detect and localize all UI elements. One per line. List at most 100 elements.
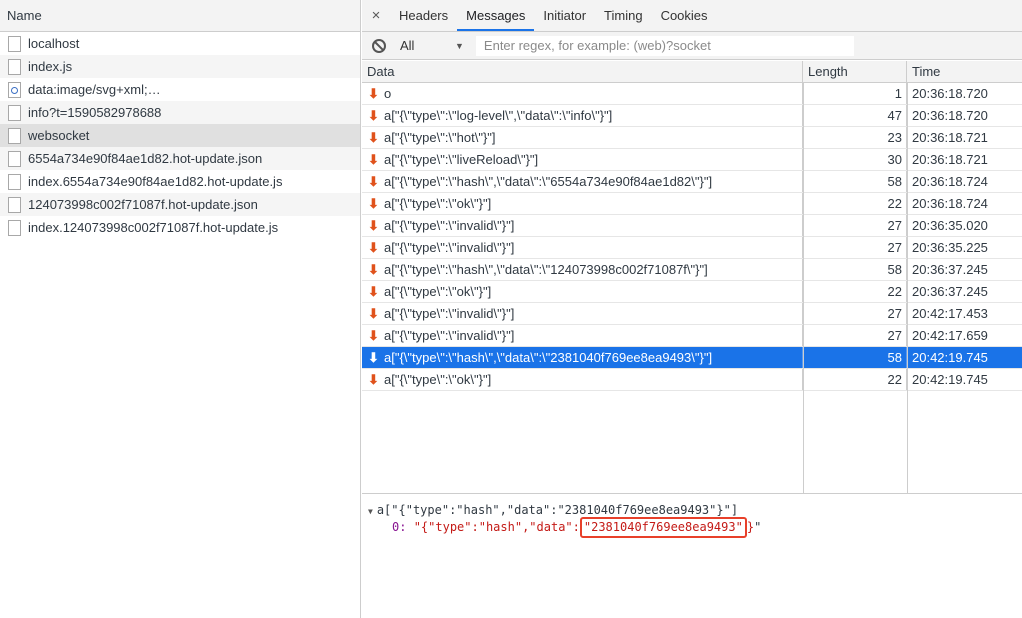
message-data-text: a["{\"type\":\"hash\",\"data\":\"6554a73…	[384, 174, 713, 189]
message-length-cell: 58	[803, 171, 907, 192]
incoming-arrow-icon: ⬇	[368, 306, 379, 321]
request-list-item[interactable]: index.124073998c002f71087f.hot-update.js	[0, 216, 360, 239]
tab-cookies[interactable]: Cookies	[652, 0, 717, 31]
expand-triangle-icon[interactable]: ▼	[368, 507, 373, 516]
column-divider	[907, 83, 908, 493]
request-list-item[interactable]: websocket	[0, 124, 360, 147]
message-data-text: o	[384, 86, 392, 101]
message-data-text: a["{\"type\":\"log-level\",\"data\":\"in…	[384, 108, 613, 123]
incoming-arrow-icon: ⬇	[368, 218, 379, 233]
table-row[interactable]: ⬇ a["{\"type\":\"ok\"}"] 22 20:36:37.245	[362, 281, 1022, 303]
dropdown-arrow-icon[interactable]: ▼	[455, 41, 464, 51]
request-list-item[interactable]: localhost	[0, 32, 360, 55]
incoming-arrow-icon: ⬇	[368, 174, 379, 189]
message-data-text: a["{\"type\":\"invalid\"}"]	[384, 328, 515, 343]
message-data-text: a["{\"type\":\"hash\",\"data\":\"2381040…	[384, 350, 713, 365]
column-header-time[interactable]: Time	[907, 61, 1022, 82]
request-name: 6554a734e90f84ae1d82.hot-update.json	[28, 151, 263, 166]
table-row[interactable]: ⬇ a["{\"type\":\"invalid\"}"] 27 20:42:17.6…	[362, 325, 1022, 347]
document-icon	[8, 173, 21, 190]
message-time-cell: 20:36:37.245	[912, 284, 988, 299]
message-data-cell: ⬇ a["{\"type\":\"liveReload\"}"]	[362, 149, 803, 170]
request-list: localhost index.js data:image/svg+xml;… inf…	[0, 32, 360, 239]
message-time-cell: 20:36:35.020	[912, 218, 988, 233]
message-time-cell: 20:42:19.745	[912, 350, 988, 365]
message-data-text: a["{\"type\":\"ok\"}"]	[384, 284, 492, 299]
detail-tab-bar: × Headers Messages Initiator Timing Cook…	[362, 0, 1022, 32]
message-length-cell: 27	[803, 215, 907, 236]
messages-table: Data Length Time ⬇ o 1 20:36:18.720 ⬇ a["{\"t…	[362, 61, 1022, 493]
column-divider	[803, 83, 804, 493]
table-row[interactable]: ⬇ o 1 20:36:18.720	[362, 83, 1022, 105]
message-data-cell: ⬇ a["{\"type\":\"hash\",\"data\":\"238104…	[362, 347, 803, 368]
message-type-select[interactable]: All	[400, 38, 455, 53]
document-icon	[8, 58, 21, 75]
table-row[interactable]: ⬇ a["{\"type\":\"liveReload\"}"] 30 20:36:1…	[362, 149, 1022, 171]
message-data-text: a["{\"type\":\"hash\",\"data\":\"1240739…	[384, 262, 708, 277]
column-header-data[interactable]: Data	[362, 61, 803, 82]
message-length-cell: 47	[803, 105, 907, 126]
message-data-text: a["{\"type\":\"hot\"}"]	[384, 130, 496, 145]
request-list-item[interactable]: index.6554a734e90f84ae1d82.hot-update.js	[0, 170, 360, 193]
message-data-cell: ⬇ o	[362, 83, 803, 104]
close-icon[interactable]: ×	[362, 0, 390, 31]
message-time-cell: 20:36:18.720	[912, 108, 988, 123]
message-time-cell: 20:36:37.245	[912, 262, 988, 277]
image-icon	[8, 81, 21, 98]
request-name: index.124073998c002f71087f.hot-update.js	[28, 220, 279, 235]
tab-messages[interactable]: Messages	[457, 0, 535, 31]
table-row[interactable]: ⬇ a["{\"type\":\"log-level\",\"data\":\"i…	[362, 105, 1022, 127]
request-name: localhost	[28, 36, 80, 51]
message-data-text: a["{\"type\":\"invalid\"}"]	[384, 306, 515, 321]
message-time-cell: 20:36:18.724	[912, 174, 988, 189]
table-row[interactable]: ⬇ a["{\"type\":\"invalid\"}"] 27 20:36:35.0…	[362, 215, 1022, 237]
message-data-cell: ⬇ a["{\"type\":\"hot\"}"]	[362, 127, 803, 148]
incoming-arrow-icon: ⬇	[368, 350, 379, 365]
table-row[interactable]: ⬇ a["{\"type\":\"ok\"}"] 22 20:36:18.724	[362, 193, 1022, 215]
filter-regex-input[interactable]	[475, 35, 854, 56]
column-header-length[interactable]: Length	[803, 61, 907, 82]
document-icon	[8, 35, 21, 52]
request-list-item[interactable]: info?t=1590582978688	[0, 101, 360, 124]
message-data-cell: ⬇ a["{\"type\":\"invalid\"}"]	[362, 215, 803, 236]
message-time-cell: 20:36:18.724	[912, 196, 988, 211]
request-list-item[interactable]: 6554a734e90f84ae1d82.hot-update.json	[0, 147, 360, 170]
incoming-arrow-icon: ⬇	[368, 86, 379, 101]
message-data-cell: ⬇ a["{\"type\":\"ok\"}"]	[362, 369, 803, 390]
message-data-text: a["{\"type\":\"liveReload\"}"]	[384, 152, 539, 167]
table-row[interactable]: ⬇ a["{\"type\":\"invalid\"}"] 27 20:36:35.2…	[362, 237, 1022, 259]
incoming-arrow-icon: ⬇	[368, 240, 379, 255]
document-icon	[8, 196, 21, 213]
incoming-arrow-icon: ⬇	[368, 262, 379, 277]
message-data-cell: ⬇ a["{\"type\":\"hash\",\"data\":\"6554a7…	[362, 171, 803, 192]
message-time-cell: 20:42:17.659	[912, 328, 988, 343]
document-icon	[8, 104, 21, 121]
request-name: index.js	[28, 59, 73, 74]
name-column-header[interactable]: Name	[0, 0, 360, 32]
table-row[interactable]: ⬇ a["{\"type\":\"hash\",\"data\":\"238104…	[362, 347, 1022, 369]
message-data-cell: ⬇ a["{\"type\":\"ok\"}"]	[362, 281, 803, 302]
tab-initiator[interactable]: Initiator	[534, 0, 595, 31]
table-row[interactable]: ⬇ a["{\"type\":\"ok\"}"] 22 20:42:19.745	[362, 369, 1022, 391]
request-list-item[interactable]: data:image/svg+xml;…	[0, 78, 360, 101]
request-name: 124073998c002f71087f.hot-update.json	[28, 197, 258, 212]
tab-timing[interactable]: Timing	[595, 0, 652, 31]
table-row[interactable]: ⬇ a["{\"type\":\"invalid\"}"] 27 20:42:17.4…	[362, 303, 1022, 325]
request-list-item[interactable]: index.js	[0, 55, 360, 78]
request-list-item[interactable]: 124073998c002f71087f.hot-update.json	[0, 193, 360, 216]
clear-messages-icon[interactable]	[372, 38, 386, 53]
message-data-text: a["{\"type\":\"ok\"}"]	[384, 372, 492, 387]
table-row[interactable]: ⬇ a["{\"type\":\"hot\"}"] 23 20:36:18.721	[362, 127, 1022, 149]
message-data-cell: ⬇ a["{\"type\":\"invalid\"}"]	[362, 325, 803, 346]
message-time-cell: 20:36:35.225	[912, 240, 988, 255]
document-icon	[8, 219, 21, 236]
document-icon	[8, 127, 21, 144]
request-name: data:image/svg+xml;…	[28, 82, 161, 97]
table-row[interactable]: ⬇ a["{\"type\":\"hash\",\"data\":\"6554a7…	[362, 171, 1022, 193]
message-length-cell: 58	[803, 347, 907, 368]
tab-headers[interactable]: Headers	[390, 0, 457, 31]
table-row[interactable]: ⬇ a["{\"type\":\"hash\",\"data\":\"124073…	[362, 259, 1022, 281]
message-length-cell: 23	[803, 127, 907, 148]
property-value-suffix: }	[746, 520, 755, 534]
message-time-cell: 20:36:18.721	[912, 152, 988, 167]
